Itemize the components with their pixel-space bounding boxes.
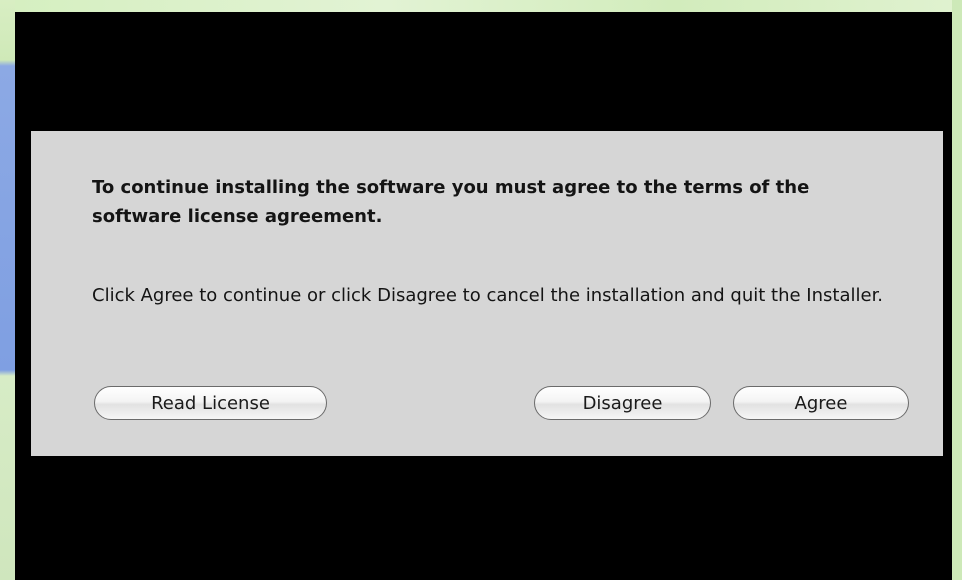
background-right-strip: [952, 0, 962, 580]
license-agreement-dialog: To continue installing the software you …: [31, 131, 943, 456]
dialog-message: Click Agree to continue or click Disagre…: [92, 285, 884, 306]
read-license-button[interactable]: Read License: [94, 386, 327, 420]
background-left-strip: [0, 0, 15, 580]
disagree-button[interactable]: Disagree: [534, 386, 711, 420]
agree-button[interactable]: Agree: [733, 386, 909, 420]
dialog-heading: To continue installing the software you …: [92, 177, 810, 227]
background-top-band: [0, 0, 962, 12]
